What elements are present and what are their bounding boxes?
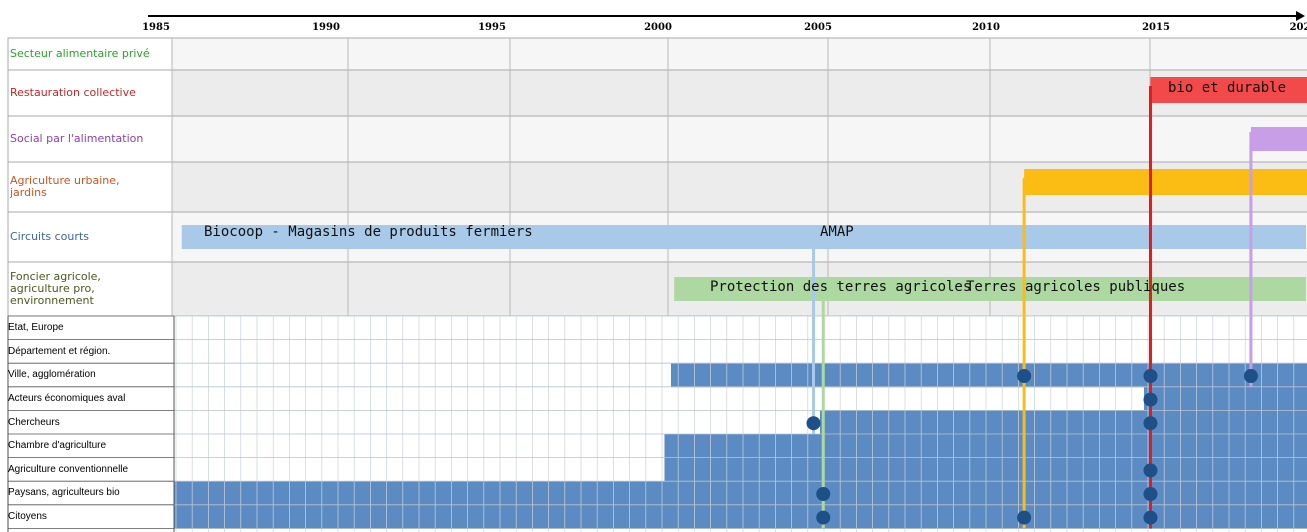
actor-label: Acteurs économiques aval xyxy=(8,393,126,405)
category-row-bg xyxy=(172,38,1307,70)
connector-dot xyxy=(816,510,831,525)
phase-label: bio et durable xyxy=(1168,80,1287,96)
year-tick-label: 2005 xyxy=(804,22,832,33)
actor-label: Ville, agglomération xyxy=(8,369,96,381)
timeline-arrow-head xyxy=(1296,11,1305,21)
connector-dot xyxy=(1017,510,1032,525)
year-tick-label: 1995 xyxy=(478,22,506,33)
category-label: Foncier agricole, agriculture pro, envir… xyxy=(10,270,101,307)
category-row-bg xyxy=(172,116,1307,162)
year-tick-label: 2015 xyxy=(1142,22,1170,33)
phase-bar xyxy=(1250,127,1307,151)
category-row-bg xyxy=(172,70,1307,116)
actor-label: Etat, Europe xyxy=(8,322,64,334)
connector-dot xyxy=(1143,487,1158,501)
connector-dot xyxy=(1143,416,1158,431)
category-label: Circuits courts xyxy=(10,230,89,243)
actor-label: Chambre d'agriculture xyxy=(8,440,107,452)
actor-label: Chercheurs xyxy=(8,416,60,428)
category-label: Secteur alimentaire privé xyxy=(10,47,150,60)
phase-label: AMAP xyxy=(820,224,854,240)
year-tick-label: 2010 xyxy=(972,22,1000,33)
involvement-bar xyxy=(820,410,1307,435)
connector-dot xyxy=(1143,392,1158,407)
phase-bar xyxy=(1024,169,1307,195)
phase-label: Terres agricoles publiques xyxy=(966,279,1186,295)
connector-dot xyxy=(1143,463,1158,478)
year-tick-label: 1990 xyxy=(312,22,340,33)
year-tick-label: 202 xyxy=(1289,22,1307,33)
involvement-bar xyxy=(172,504,1307,529)
involvement-bar xyxy=(1144,386,1307,411)
connector-dot xyxy=(1143,510,1158,525)
connector-dot xyxy=(1017,369,1032,383)
involvement-bar xyxy=(172,481,1307,506)
connector-dot xyxy=(1143,369,1158,383)
actor-label: Agriculture conventionnelle xyxy=(8,463,129,475)
actor-label: Département et région. xyxy=(8,345,111,357)
year-tick-label: 1985 xyxy=(142,22,170,33)
actor-label: Citoyens xyxy=(8,511,47,523)
timeline-grid xyxy=(7,11,1307,532)
category-label: Restauration collective xyxy=(10,86,136,99)
phase-label: Biocoop - Magasins de produits fermiers xyxy=(204,224,533,240)
category-label: Agriculture urbaine, jardins xyxy=(10,174,120,199)
connector-dot xyxy=(806,416,821,431)
connector-dot xyxy=(1243,369,1258,383)
timeline-diagram: Secteur alimentaire privé Restauration co… xyxy=(0,0,1307,532)
actor-label: Paysans, agriculteurs bio xyxy=(8,487,120,499)
year-tick-label: 2000 xyxy=(644,22,672,33)
phase-label: Protection des terres agricoles xyxy=(710,279,972,295)
category-label: Social par l'alimentation xyxy=(10,132,144,145)
involvement-bar xyxy=(670,363,1307,388)
connector-dot xyxy=(816,487,831,501)
